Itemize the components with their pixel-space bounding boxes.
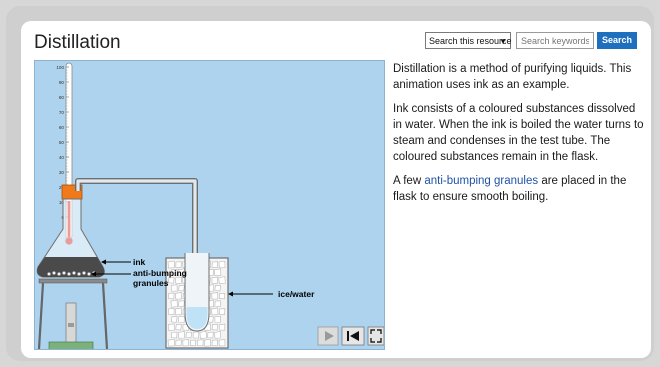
ice-cube — [168, 277, 175, 284]
ice-cube — [214, 331, 221, 339]
ice-cube — [167, 260, 175, 269]
ice-cube — [175, 276, 182, 284]
distillation-animation[interactable]: 1009080706050403020100 — [34, 60, 385, 350]
ice-cube — [211, 292, 219, 300]
content-panel: Distillation Search this resource ▼ Sear… — [21, 21, 651, 358]
description-paragraph: Ink consists of a coloured substances di… — [393, 103, 644, 163]
ice-water-pointer-arrow — [228, 291, 233, 297]
ice-cube — [218, 339, 226, 347]
description-paragraph: A few anti-bumping granules are placed i… — [393, 173, 645, 205]
ice-cube — [214, 285, 221, 292]
ice-cube — [214, 268, 222, 277]
ice-cube — [167, 323, 175, 331]
anti-bumping-granules-link[interactable]: anti-bumping granules — [424, 175, 538, 187]
granules-label-line1: anti-bumping — [133, 268, 187, 278]
ice-cube — [211, 276, 218, 284]
tripod-leg — [37, 282, 45, 349]
ice-cube — [167, 338, 175, 347]
rewind-button[interactable] — [341, 326, 365, 346]
ice-cube — [182, 339, 190, 347]
ice-cube — [168, 292, 175, 300]
outer-frame: Distillation Search this resource ▼ Sear… — [6, 6, 654, 361]
ice-cube — [175, 292, 182, 300]
ice-cube — [174, 307, 183, 316]
ink-pointer-arrow — [101, 259, 106, 265]
tripod-leg — [101, 282, 109, 349]
granules-label-line2: granules — [133, 278, 169, 288]
ice-cube — [185, 332, 192, 339]
ice-cube — [211, 307, 219, 316]
ice-cube — [178, 300, 185, 308]
ice-cube — [170, 299, 178, 308]
ice-cube — [199, 331, 207, 339]
ice-cube — [218, 292, 226, 300]
description-text: A few — [393, 175, 425, 187]
thermometer-tick-label: 100 — [56, 65, 64, 70]
tripod-top — [38, 278, 108, 284]
ice-cube — [218, 323, 226, 331]
ice-cube — [170, 284, 178, 292]
ice-cube — [192, 331, 200, 339]
thermometer-tick-label: 80 — [59, 95, 65, 100]
ice-cube — [214, 315, 221, 323]
distillate-water — [186, 307, 208, 329]
ice-cube — [175, 339, 182, 347]
thermometer-tick-label: 60 — [59, 125, 65, 130]
page-title: Distillation — [34, 32, 121, 53]
ice-cube — [168, 308, 175, 315]
ice-cube — [214, 300, 221, 308]
ice-cube — [211, 339, 218, 347]
fullscreen-button[interactable] — [367, 326, 384, 346]
ice-water-label: ice/water — [278, 289, 315, 299]
ink-label: ink — [133, 257, 146, 267]
description-panel: Distillation is a method of purifying li… — [393, 61, 645, 213]
search-button[interactable]: Search — [597, 32, 637, 49]
ice-cube — [207, 331, 214, 339]
ice-cube — [171, 316, 178, 323]
apparatus-diagram: 1009080706050403020100 — [36, 62, 384, 349]
ice-cube — [178, 331, 185, 339]
thermometer-tick-label: 50 — [59, 140, 65, 145]
ice-cube — [218, 308, 226, 315]
ice-cube — [197, 339, 204, 347]
burner-collar — [68, 323, 74, 327]
ice-cube — [211, 324, 218, 331]
ice-cube — [171, 331, 178, 339]
ice-cube — [218, 276, 226, 284]
thermometer-tick-label: 30 — [59, 170, 65, 175]
description-paragraph: Distillation is a method of purifying li… — [393, 63, 632, 91]
search-input[interactable] — [516, 32, 594, 49]
ice-cube — [203, 338, 212, 347]
burner-base — [48, 341, 94, 349]
ice-cube — [211, 261, 218, 268]
ice-cube — [175, 261, 182, 268]
thermometer-tick-label: 70 — [59, 110, 65, 115]
thermometer-tick-label: 90 — [59, 80, 65, 85]
ice-cube — [218, 260, 226, 269]
ice-cube — [178, 315, 185, 323]
ice-cube — [178, 285, 185, 292]
ice-cube — [175, 324, 182, 331]
search-scope-select[interactable]: Search this resource ▼ — [425, 32, 512, 49]
thermometer-tick-label: 40 — [59, 155, 65, 160]
ice-cube — [189, 339, 197, 347]
chevron-down-icon: ▼ — [499, 37, 507, 46]
play-button[interactable] — [317, 326, 339, 346]
